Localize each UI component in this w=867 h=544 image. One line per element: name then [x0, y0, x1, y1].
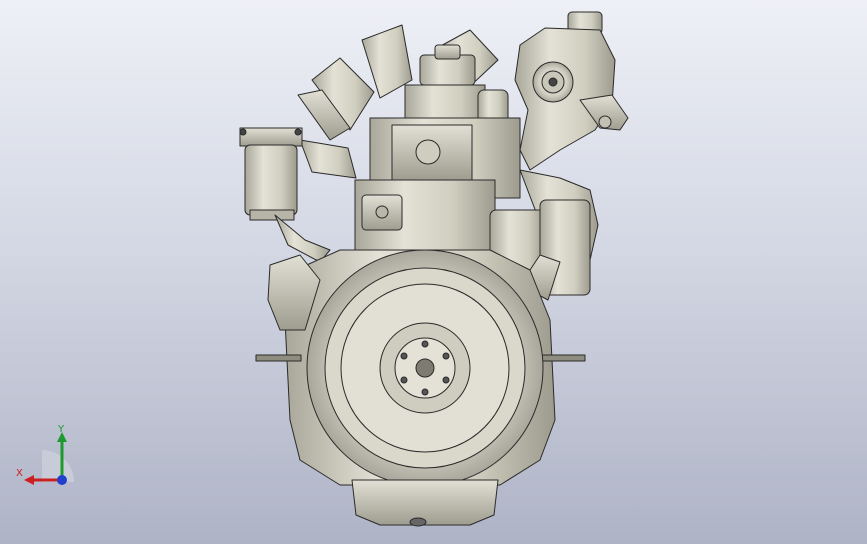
coordinate-triad: X Y: [10, 420, 80, 490]
flywheel: [306, 249, 544, 487]
oil-pan: [351, 479, 499, 527]
y-axis-label: Y: [58, 424, 65, 435]
axis-triad-icon: [24, 432, 74, 485]
cad-viewport[interactable]: X Y: [0, 0, 867, 544]
x-axis-label: X: [16, 468, 23, 479]
engine-model[interactable]: [0, 0, 867, 544]
